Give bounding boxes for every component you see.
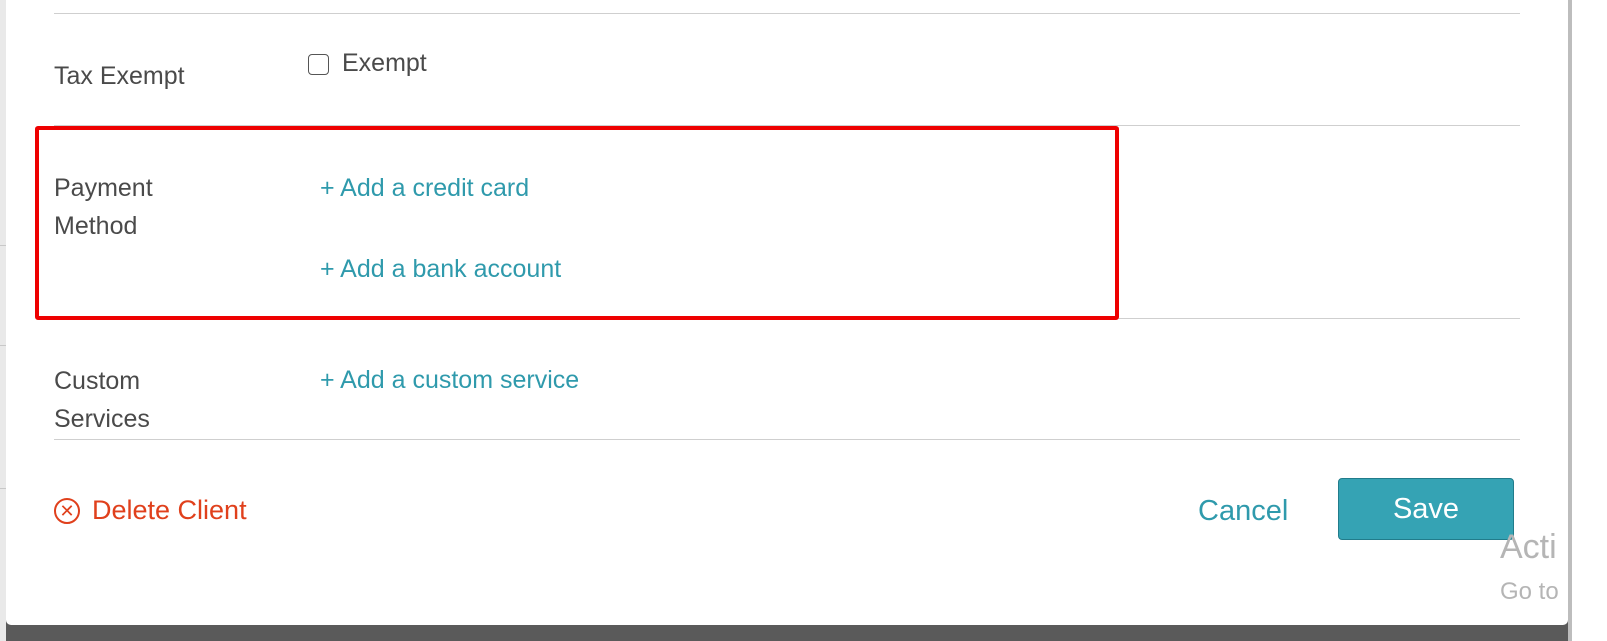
custom-services-label-line2: Services	[54, 405, 150, 433]
row-divider	[54, 125, 1520, 126]
tax-exempt-label: Tax Exempt	[54, 62, 185, 90]
delete-client-label: Delete Client	[92, 494, 247, 525]
add-bank-account-link[interactable]: + Add a bank account	[320, 252, 561, 286]
scrollbar-track[interactable]	[1568, 0, 1572, 641]
activate-windows-watermark-title: Acti	[1500, 528, 1557, 566]
row-divider	[54, 318, 1520, 319]
delete-client-button[interactable]: ✕ Delete Client	[54, 492, 247, 528]
edit-client-modal: Tax Exempt Exempt Payment Method + Add a…	[6, 0, 1568, 625]
window-scrollbar-area	[1568, 0, 1607, 641]
add-custom-service-link[interactable]: + Add a custom service	[320, 363, 579, 397]
row-divider	[54, 439, 1520, 440]
save-button[interactable]: Save	[1338, 478, 1514, 540]
exempt-checkbox-label[interactable]: Exempt	[342, 46, 427, 80]
row-divider	[54, 13, 1520, 14]
cancel-button[interactable]: Cancel	[1198, 493, 1288, 529]
exempt-checkbox[interactable]	[308, 54, 329, 75]
add-credit-card-link[interactable]: + Add a credit card	[320, 171, 529, 205]
payment-method-label-line2: Method	[54, 212, 138, 240]
payment-method-label: Payment Method	[54, 169, 153, 245]
custom-services-label-line1: Custom	[54, 367, 141, 395]
close-circle-icon: ✕	[54, 498, 80, 524]
save-button-label: Save	[1392, 492, 1460, 525]
custom-services-label: Custom Services	[54, 362, 150, 438]
payment-method-highlight	[35, 126, 1119, 320]
activate-windows-watermark-subtitle: Go to	[1500, 578, 1559, 605]
payment-method-label-line1: Payment	[54, 174, 153, 202]
